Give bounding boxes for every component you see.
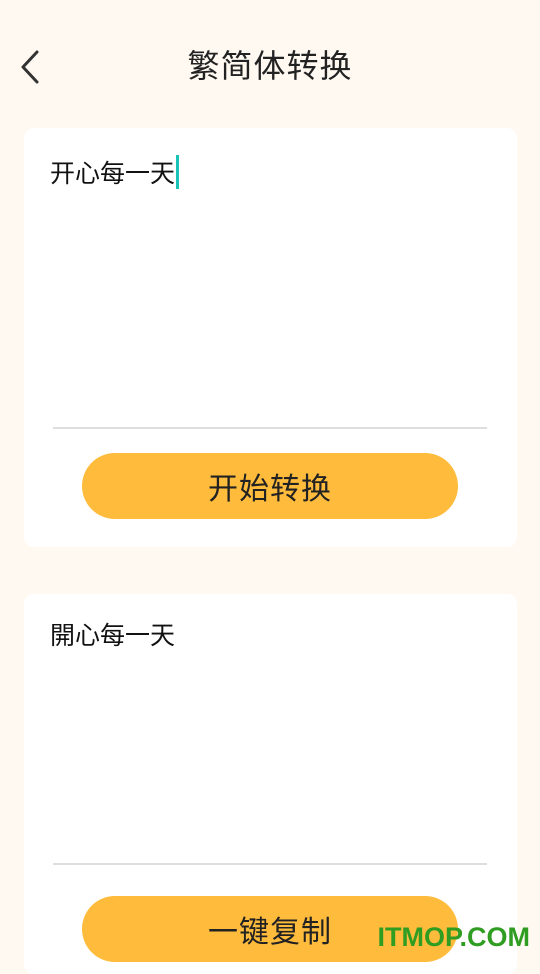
- output-divider: [53, 863, 487, 865]
- watermark-text: ITMOP.COM: [377, 922, 530, 952]
- output-text: 開心每一天: [50, 621, 176, 650]
- start-convert-button[interactable]: 开始转换: [82, 453, 458, 519]
- text-cursor: [176, 155, 180, 189]
- top-bar: 繁简体转换: [0, 0, 540, 130]
- input-text-area[interactable]: 开心每一天: [50, 154, 490, 414]
- output-card: 開心每一天 一键复制: [24, 594, 517, 974]
- page-title: 繁简体转换: [187, 47, 353, 85]
- input-divider: [53, 427, 487, 429]
- input-card: 开心每一天 开始转换: [24, 128, 517, 547]
- input-text: 开心每一天: [50, 159, 176, 188]
- output-text-area[interactable]: 開心每一天: [50, 616, 490, 876]
